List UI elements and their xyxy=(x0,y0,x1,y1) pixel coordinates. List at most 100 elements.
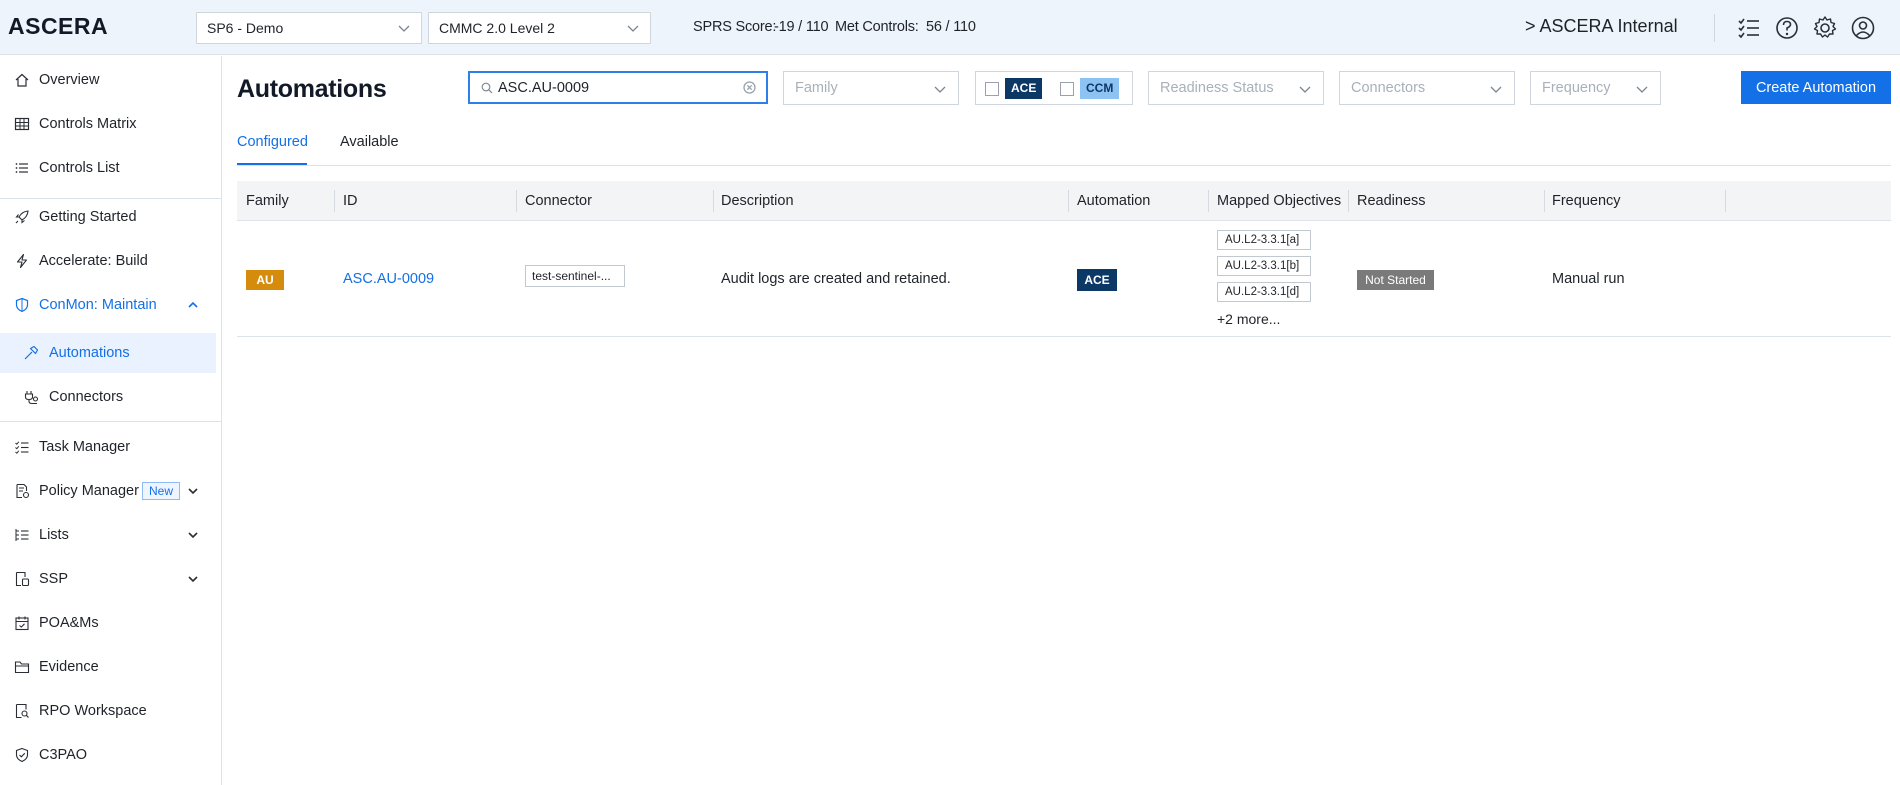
chevron-down-icon xyxy=(398,25,410,32)
sidebar-item-label: ConMon: Maintain xyxy=(39,297,157,313)
org-select[interactable]: SP6 - Demo xyxy=(196,12,422,44)
org-select-value: SP6 - Demo xyxy=(207,20,284,36)
sidebar-item-lists[interactable]: Lists xyxy=(0,515,216,555)
sidebar-item-label: Controls Matrix xyxy=(39,116,137,132)
column-header-automation[interactable]: Automation xyxy=(1077,193,1150,209)
top-bar: ASCERA SP6 - Demo CMMC 2.0 Level 2 SPRS … xyxy=(0,0,1900,55)
description-text: Audit logs are created and retained. xyxy=(721,271,951,287)
more-objectives-link[interactable]: +2 more... xyxy=(1217,311,1280,327)
column-separator xyxy=(713,190,714,212)
column-header-description[interactable]: Description xyxy=(721,193,794,209)
list-icon xyxy=(15,163,28,173)
sidebar-item-label: Automations xyxy=(49,345,130,361)
sidebar-item-label: Accelerate: Build xyxy=(39,253,148,269)
tab-available[interactable]: Available xyxy=(340,134,399,150)
sidebar-item-accelerate-build[interactable]: Accelerate: Build xyxy=(0,241,216,281)
search-box[interactable] xyxy=(468,71,768,104)
sidebar-item-label: Task Manager xyxy=(39,439,131,455)
objective-chip: AU.L2-3.3.1[d] xyxy=(1217,282,1311,302)
sidebar-item-rpo-workspace[interactable]: RPO Workspace xyxy=(0,691,216,731)
plug-icon xyxy=(24,391,39,405)
column-header-readiness[interactable]: Readiness xyxy=(1357,193,1426,209)
sidebar-item-label: Connectors xyxy=(49,389,124,405)
chevron-down-icon[interactable] xyxy=(186,484,200,498)
column-header-connector[interactable]: Connector xyxy=(525,193,592,209)
search-input[interactable] xyxy=(498,78,738,98)
framework-select[interactable]: CMMC 2.0 Level 2 xyxy=(428,12,651,44)
divider xyxy=(1714,14,1715,42)
sidebar-item-task-manager[interactable]: Task Manager xyxy=(0,427,216,467)
objective-chip: AU.L2-3.3.1[a] xyxy=(1217,230,1311,250)
frequency-text: Manual run xyxy=(1552,271,1625,287)
column-header-family[interactable]: Family xyxy=(246,193,289,209)
org-switcher[interactable]: > ASCERA Internal xyxy=(1525,16,1678,37)
connector-chip[interactable]: test-sentinel-... xyxy=(525,265,625,287)
hammer-icon xyxy=(24,345,39,360)
sidebar-item-controls-matrix[interactable]: Controls Matrix xyxy=(0,104,216,144)
tasks-icon[interactable] xyxy=(1736,15,1762,41)
met-controls-label: Met Controls: xyxy=(835,19,919,35)
ccm-toggle-label[interactable]: CCM xyxy=(1080,78,1120,99)
sidebar-item-connectors[interactable]: Connectors xyxy=(0,377,216,417)
gear-icon[interactable] xyxy=(1812,15,1838,41)
column-separator xyxy=(1348,190,1349,212)
tab-configured[interactable]: Configured xyxy=(237,134,308,150)
sidebar-item-label: Overview xyxy=(39,72,100,88)
sidebar-item-conmon-maintain[interactable]: ConMon: Maintain xyxy=(0,285,216,325)
column-separator xyxy=(1068,190,1069,212)
sidebar-item-label: Lists xyxy=(39,527,69,543)
column-header-mapped-objectives[interactable]: Mapped Objectives xyxy=(1217,193,1341,209)
column-header-id[interactable]: ID xyxy=(343,193,358,209)
sidebar-item-overview[interactable]: Overview xyxy=(0,60,216,100)
sidebar-item-label: Evidence xyxy=(39,659,99,675)
sidebar-item-automations[interactable]: Automations xyxy=(0,333,216,373)
automation-type-badge: ACE xyxy=(1077,269,1117,291)
framework-select-value: CMMC 2.0 Level 2 xyxy=(439,20,555,36)
chevron-down-icon[interactable] xyxy=(186,572,200,586)
connectors-filter[interactable]: Connectors xyxy=(1339,71,1515,105)
ccm-checkbox[interactable] xyxy=(1060,82,1074,96)
checklist-icon xyxy=(15,441,29,454)
app-logo[interactable]: ASCERA xyxy=(8,13,108,40)
create-automation-button[interactable]: Create Automation xyxy=(1741,71,1891,104)
bolt-icon xyxy=(16,253,28,269)
column-header-frequency[interactable]: Frequency xyxy=(1552,193,1621,209)
sidebar-item-ssp[interactable]: SSP xyxy=(0,559,216,599)
sidebar-item-controls-list[interactable]: Controls List xyxy=(0,148,216,188)
chevron-down-icon[interactable] xyxy=(186,528,200,542)
table-header: Family ID Connector Description Automati… xyxy=(237,181,1891,221)
page-title: Automations xyxy=(237,75,387,103)
automation-id-link[interactable]: ASC.AU-0009 xyxy=(343,271,434,287)
ace-toggle-label[interactable]: ACE xyxy=(1005,78,1043,99)
ace-checkbox[interactable] xyxy=(985,82,999,96)
help-icon[interactable] xyxy=(1774,15,1800,41)
chevron-up-icon[interactable] xyxy=(186,298,200,312)
policy-icon xyxy=(16,483,30,499)
lists-icon xyxy=(15,529,29,541)
column-separator xyxy=(334,190,335,212)
column-separator xyxy=(1725,190,1726,212)
folder-icon xyxy=(14,661,30,674)
column-separator xyxy=(516,190,517,212)
sidebar-item-c3pao[interactable]: C3PAO xyxy=(0,735,216,775)
clear-icon[interactable] xyxy=(743,81,756,94)
table-row[interactable]: AU ASC.AU-0009 test-sentinel-... Audit l… xyxy=(237,221,1891,337)
family-filter[interactable]: Family xyxy=(783,71,959,105)
sprs-value: -19 / 110 xyxy=(774,19,829,35)
sidebar-item-evidence[interactable]: Evidence xyxy=(0,647,216,687)
sidebar-item-policy-manager[interactable]: Policy Manager New xyxy=(0,471,216,511)
sprs-label: SPRS Score: xyxy=(693,19,777,35)
frequency-filter[interactable]: Frequency xyxy=(1530,71,1661,105)
chevron-down-icon xyxy=(934,86,946,93)
sidebar-item-label: SSP xyxy=(39,571,69,587)
family-filter-placeholder: Family xyxy=(795,80,838,96)
readiness-filter[interactable]: Readiness Status xyxy=(1148,71,1324,105)
sidebar-item-label: Policy Manager xyxy=(39,483,139,499)
chevron-down-icon xyxy=(627,25,639,32)
grid-icon xyxy=(14,117,30,131)
sidebar-item-label: POA&Ms xyxy=(39,615,99,631)
sidebar-item-label: Controls List xyxy=(39,160,120,176)
sidebar-item-getting-started[interactable]: Getting Started xyxy=(0,197,216,237)
user-icon[interactable] xyxy=(1850,15,1876,41)
sidebar-item-poams[interactable]: POA&Ms xyxy=(0,603,216,643)
